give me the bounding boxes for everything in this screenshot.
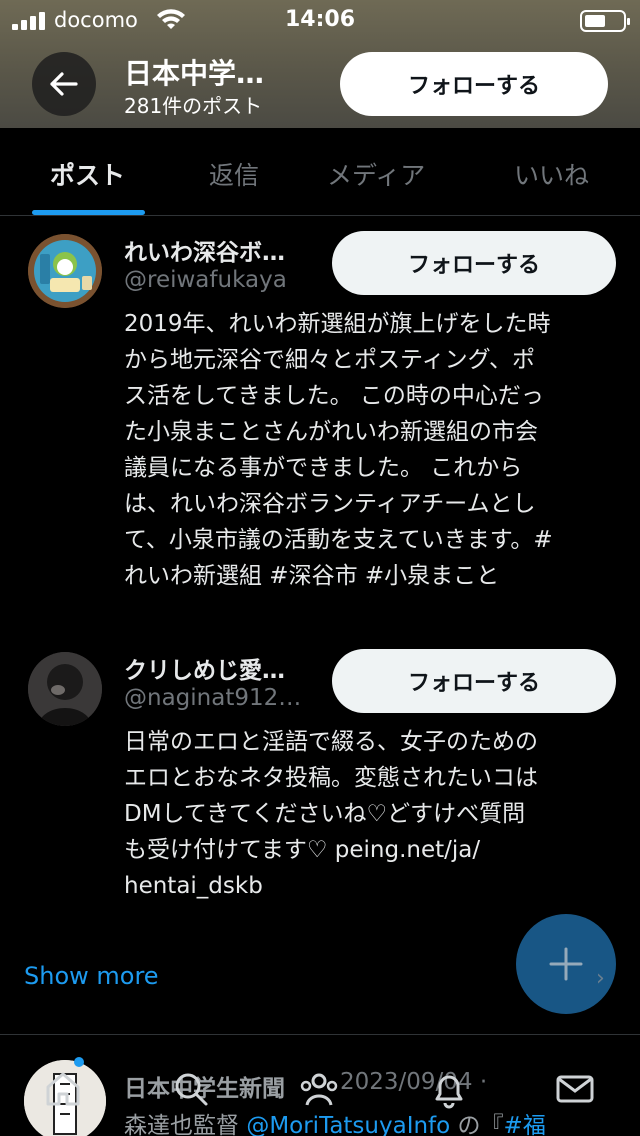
user-avatar[interactable] — [28, 652, 102, 726]
chevron-right-icon: › — [596, 966, 605, 991]
tab-replies[interactable]: 返信 — [209, 156, 259, 192]
back-button[interactable] — [32, 52, 96, 116]
profile-name: 日本中学… — [124, 57, 265, 90]
user-name[interactable]: れいわ深谷ボ… — [124, 233, 312, 267]
user-card[interactable]: クリしめじ愛… @naginat912… フォローする 日常のエロと淫語で綴る、… — [0, 634, 640, 924]
user-card[interactable]: れいわ深谷ボ… @reiwafukaya フォローする 2019年、れいわ新選組… — [0, 216, 640, 626]
user-name[interactable]: クリしめじ愛… — [124, 651, 312, 685]
tab-media[interactable]: メディア — [327, 156, 425, 192]
user-avatar[interactable] — [28, 234, 102, 308]
status-time: 14:06 — [284, 7, 356, 32]
person-avatar-image — [28, 652, 102, 726]
follow-button[interactable]: フォローする — [332, 649, 616, 713]
profile-tabs: ポスト 返信 メディア いいね — [0, 128, 640, 216]
active-tab-indicator — [32, 210, 145, 215]
bottom-nav-bar — [0, 1056, 640, 1136]
battery-icon — [580, 10, 630, 32]
tab-posts[interactable]: ポスト — [50, 156, 125, 192]
communities-icon[interactable] — [294, 1064, 344, 1114]
messages-icon[interactable] — [550, 1064, 600, 1114]
plus-icon — [549, 947, 583, 981]
section-divider — [0, 1034, 640, 1035]
post-count: 281件のポスト — [124, 94, 263, 118]
user-bio: 2019年、れいわ新選組が旗上げをした時 から地元深谷で細々とポスティング、ポ … — [124, 311, 553, 589]
show-more-link[interactable]: Show more — [24, 962, 159, 990]
arrow-left-icon — [50, 72, 78, 96]
notifications-icon[interactable] — [424, 1064, 474, 1114]
header-follow-button[interactable]: フォローする — [340, 52, 608, 116]
search-icon[interactable] — [166, 1064, 216, 1114]
home-icon[interactable] — [38, 1064, 88, 1114]
user-handle[interactable]: @reiwafukaya — [124, 267, 314, 293]
user-handle[interactable]: @naginat912… — [124, 685, 314, 711]
mascot-avatar-image — [28, 234, 102, 308]
status-bar: docomo 14:06 — [0, 0, 640, 40]
follow-button[interactable]: フォローする — [332, 231, 616, 295]
tab-likes[interactable]: いいね — [514, 156, 589, 192]
compose-fab-button[interactable] — [516, 914, 616, 1014]
user-bio: 日常のエロと淫語で綴る、女子のための エロとおなネタ投稿。変態されたいコは DM… — [124, 729, 538, 899]
